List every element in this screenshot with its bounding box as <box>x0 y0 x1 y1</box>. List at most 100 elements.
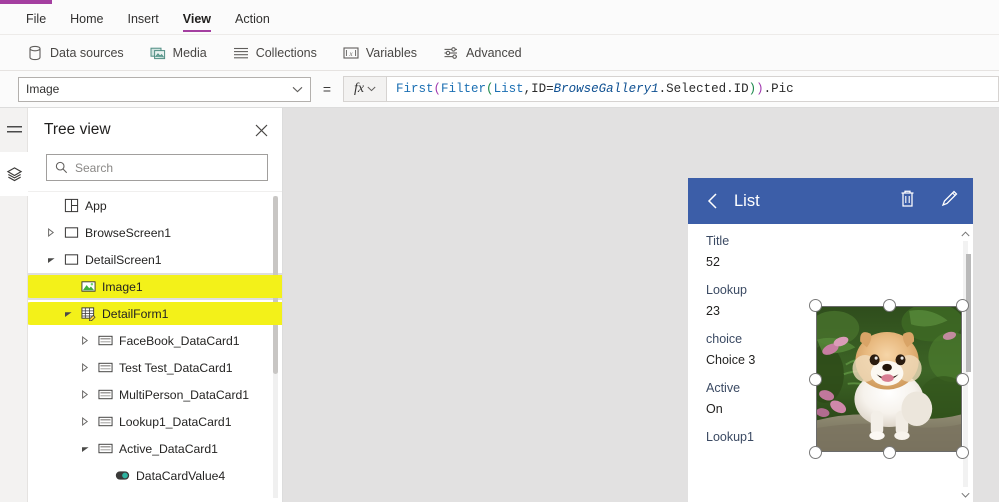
formula-token: Filter <box>441 82 486 96</box>
property-dropdown[interactable]: Image <box>18 77 311 102</box>
search-input[interactable]: Search <box>46 154 268 181</box>
screen-title: List <box>734 192 760 211</box>
ribbon-button-media[interactable]: Media <box>137 45 220 61</box>
image-control[interactable] <box>816 306 962 452</box>
datacard-icon <box>98 333 113 348</box>
twisty-collapsed-icon[interactable] <box>78 388 92 402</box>
tree-node-detailform1[interactable]: DetailForm1 <box>28 300 282 327</box>
hamburger-menu-button[interactable] <box>0 108 28 152</box>
app-preview-scrollbar[interactable] <box>960 228 971 500</box>
twisty-collapsed-icon[interactable] <box>78 334 92 348</box>
twisty-expanded-icon[interactable] <box>44 253 58 267</box>
scroll-up-icon[interactable] <box>960 228 971 239</box>
ribbon-button-label: Data sources <box>50 46 124 60</box>
resize-handle-middle-right[interactable] <box>956 373 969 386</box>
chevron-down-icon <box>292 82 303 96</box>
tree-node-label: Image1 <box>102 280 143 294</box>
resize-handle-top-center[interactable] <box>883 299 896 312</box>
ribbon-button-label: Collections <box>256 46 317 60</box>
menu-item-view[interactable]: View <box>171 4 223 34</box>
resize-handle-top-right[interactable] <box>956 299 969 312</box>
tree-node-label: FaceBook_DataCard1 <box>119 334 240 348</box>
selected-control-image1[interactable] <box>816 306 962 452</box>
menu-item-action[interactable]: Action <box>223 4 282 34</box>
scroll-down-icon[interactable] <box>960 489 971 500</box>
app-screen-header: List <box>688 178 973 224</box>
tree-node-label: Active_DataCard1 <box>119 442 218 456</box>
back-button[interactable] <box>704 192 722 210</box>
resize-handle-middle-left[interactable] <box>809 373 822 386</box>
twisty-placeholder <box>61 280 75 294</box>
tree-node-label: DataCardValue4 <box>136 469 225 483</box>
menu-item-home[interactable]: Home <box>58 4 115 34</box>
tree-node-active-datacard1[interactable]: Active_DataCard1 <box>28 435 282 462</box>
close-panel-button[interactable] <box>250 119 272 141</box>
tree-node-detailscreen1[interactable]: DetailScreen1 <box>28 246 282 273</box>
app-icon <box>64 198 79 213</box>
design-canvas: List Title52Lookup23choiceChoice 3Act <box>283 108 999 502</box>
tree-node-multiperson-datacard1[interactable]: MultiPerson_DataCard1 <box>28 381 282 408</box>
ribbon-button-label: Advanced <box>466 46 522 60</box>
tree-node-label: Lookup1_DataCard1 <box>119 415 231 429</box>
resize-handle-top-left[interactable] <box>809 299 822 312</box>
resize-handle-bottom-center[interactable] <box>883 446 896 459</box>
tree-node-datacardvalue4[interactable]: DataCardValue4 <box>28 462 282 489</box>
twisty-placeholder <box>44 199 58 213</box>
tree-view-rail-button[interactable] <box>0 152 28 196</box>
twisty-collapsed-icon[interactable] <box>78 361 92 375</box>
twisty-expanded-icon[interactable] <box>61 307 75 321</box>
field-value: Choice 3 <box>706 353 755 367</box>
tree-search-wrap: Search <box>28 152 282 191</box>
app-screen-body: Title52Lookup23choiceChoice 3ActiveOnLoo… <box>688 224 973 504</box>
field-value: 52 <box>706 255 720 269</box>
toggle-icon <box>115 468 130 483</box>
twisty-collapsed-icon[interactable] <box>78 415 92 429</box>
screen-actions <box>899 189 959 213</box>
resize-handle-bottom-right[interactable] <box>956 446 969 459</box>
twisty-placeholder <box>95 469 109 483</box>
formula-input[interactable]: First(Filter(List,ID=BrowseGallery1.Sele… <box>387 76 999 102</box>
menu-item-file[interactable]: File <box>14 4 58 34</box>
layers-icon <box>6 166 23 183</box>
tree-node-image1[interactable]: Image1 <box>28 273 282 300</box>
twisty-collapsed-icon[interactable] <box>44 226 58 240</box>
twisty-expanded-icon[interactable] <box>78 442 92 456</box>
field-label: choice <box>706 332 742 346</box>
fx-button[interactable]: fx <box>343 76 387 102</box>
tree-scrollbar[interactable] <box>273 196 278 498</box>
ribbon-button-data-sources[interactable]: Data sources <box>14 45 137 61</box>
formula-token: List <box>494 82 524 96</box>
tree-node-browsescreen1[interactable]: BrowseScreen1 <box>28 219 282 246</box>
equals-sign: = <box>311 81 343 97</box>
screen-icon <box>64 225 79 240</box>
formula-bar-row: Image = fx First(Filter(List,ID=BrowseGa… <box>0 71 999 108</box>
tree-node-facebook-datacard1[interactable]: FaceBook_DataCard1 <box>28 327 282 354</box>
datacard-icon <box>98 414 113 429</box>
ribbon-button-label: Variables <box>366 46 417 60</box>
delete-record-button[interactable] <box>899 189 916 213</box>
datacard-icon <box>98 387 113 402</box>
ribbon-button-collections[interactable]: Collections <box>220 45 330 61</box>
chevron-left-icon <box>704 192 722 210</box>
edit-record-button[interactable] <box>940 189 959 213</box>
formula-token: BrowseGallery1 <box>554 82 659 96</box>
tree-node-test-test-datacard1[interactable]: Test Test_DataCard1 <box>28 354 282 381</box>
search-placeholder: Search <box>75 161 113 175</box>
tree-node-label: DetailScreen1 <box>85 253 162 267</box>
left-icon-rail <box>0 108 28 502</box>
tree-node-lookup1-datacard1[interactable]: Lookup1_DataCard1 <box>28 408 282 435</box>
menu-item-insert[interactable]: Insert <box>116 4 171 34</box>
scrollbar-thumb[interactable] <box>966 254 971 372</box>
pencil-icon <box>940 189 959 208</box>
fx-label: fx <box>354 81 364 97</box>
formula-token: .Selected.ID <box>659 82 749 96</box>
ribbon-button-advanced[interactable]: Advanced <box>430 45 535 61</box>
ribbon-toolbar: Data sources Media Collections xVariables Ad… <box>0 35 999 71</box>
tree-node-app[interactable]: App <box>28 192 282 219</box>
screen-icon <box>64 252 79 267</box>
ribbon-button-variables[interactable]: xVariables <box>330 45 430 61</box>
tree-node-label: Test Test_DataCard1 <box>119 361 233 375</box>
database-icon <box>27 45 43 61</box>
hamburger-icon <box>6 124 23 136</box>
resize-handle-bottom-left[interactable] <box>809 446 822 459</box>
